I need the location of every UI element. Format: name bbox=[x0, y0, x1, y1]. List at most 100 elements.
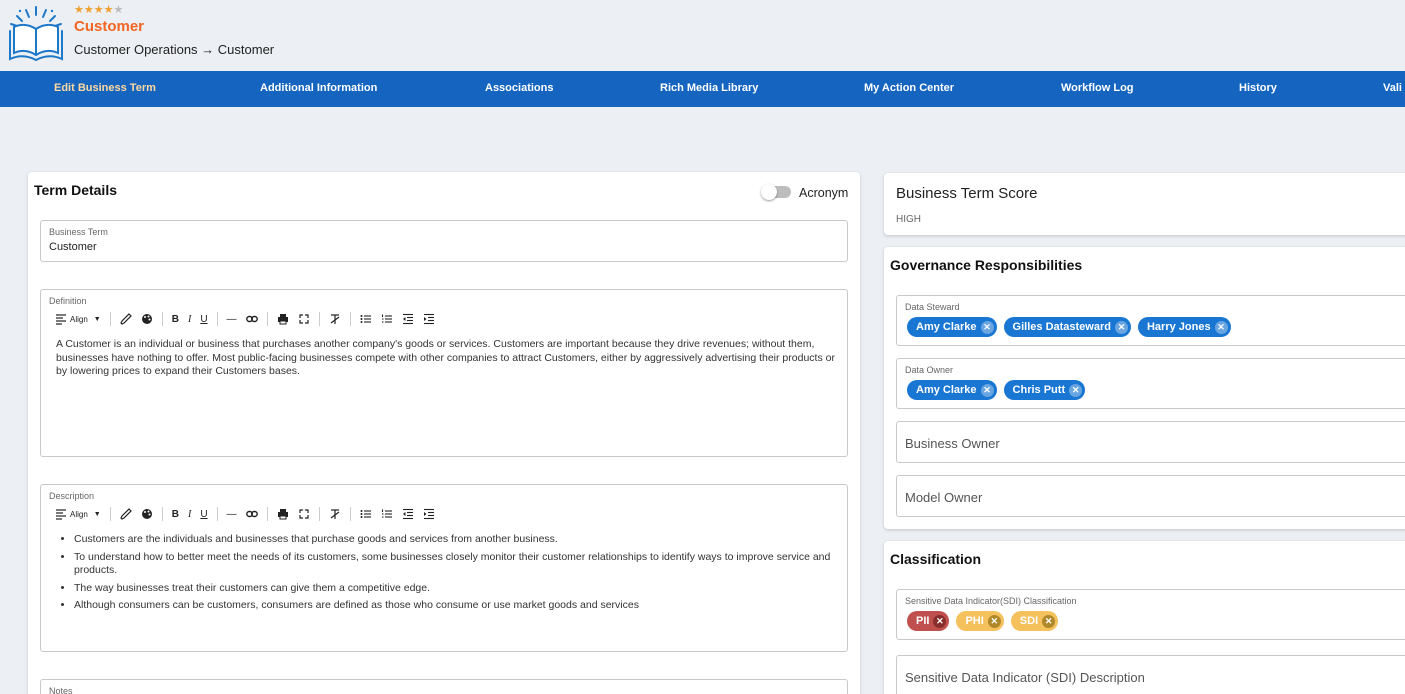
list-item: Although consumers can be customers, con… bbox=[74, 599, 836, 613]
clear-format-button[interactable] bbox=[329, 312, 341, 326]
toolbar-divider bbox=[349, 312, 351, 326]
tab-my-action-center[interactable]: My Action Center bbox=[864, 82, 954, 94]
underline-button[interactable]: U bbox=[200, 507, 207, 521]
chip-label: PII bbox=[916, 615, 930, 627]
star-icon[interactable]: ★ bbox=[104, 4, 114, 16]
person-chip[interactable]: Amy Clarke ✕ bbox=[907, 380, 997, 400]
remove-icon[interactable]: ✕ bbox=[1214, 320, 1228, 334]
link-icon bbox=[245, 510, 258, 518]
governance-card: Governance Responsibilities Data Steward… bbox=[884, 247, 1405, 529]
notes-editor[interactable]: Notes bbox=[40, 679, 848, 694]
data-owner-chips: Amy Clarke ✕ Chris Putt ✕ bbox=[907, 380, 1092, 400]
tab-validation[interactable]: Vali bbox=[1383, 82, 1402, 94]
star-icon[interactable]: ★ bbox=[74, 4, 84, 16]
definition-content[interactable]: A Customer is an individual or business … bbox=[56, 338, 836, 379]
fullscreen-button[interactable] bbox=[298, 312, 310, 326]
remove-icon[interactable]: ✕ bbox=[1114, 320, 1128, 334]
remove-icon[interactable]: ✕ bbox=[980, 383, 994, 397]
toolbar-divider bbox=[266, 507, 268, 521]
description-content[interactable]: Customers are the individuals and busine… bbox=[56, 533, 836, 617]
bold-button[interactable]: B bbox=[172, 507, 179, 521]
indent-button[interactable] bbox=[423, 312, 435, 326]
tab-rich-media-library[interactable]: Rich Media Library bbox=[660, 82, 758, 94]
italic-button[interactable]: I bbox=[188, 312, 191, 326]
sdi-tag-chip[interactable]: PHI ✕ bbox=[956, 611, 1004, 631]
model-owner-placeholder: Model Owner bbox=[905, 490, 983, 505]
align-dropdown[interactable]: Align ▼ bbox=[55, 312, 101, 326]
remove-icon[interactable]: ✕ bbox=[980, 320, 994, 334]
bullet-list-button[interactable] bbox=[360, 507, 372, 521]
star-icon[interactable]: ★ bbox=[94, 4, 104, 16]
star-icon[interactable]: ★ bbox=[114, 4, 124, 16]
numbered-list-button[interactable] bbox=[381, 507, 393, 521]
chip-label: Chris Putt bbox=[1012, 384, 1066, 396]
indent-icon bbox=[423, 508, 434, 520]
print-button[interactable] bbox=[277, 312, 289, 326]
star-icon[interactable]: ★ bbox=[84, 4, 94, 16]
tab-additional-information[interactable]: Additional Information bbox=[260, 82, 377, 94]
palette-button[interactable] bbox=[141, 507, 153, 521]
horizontal-rule-button[interactable]: — bbox=[227, 312, 237, 326]
business-owner-field[interactable]: Business Owner bbox=[896, 421, 1405, 463]
rating-stars[interactable]: ★★★★★ bbox=[74, 3, 123, 16]
data-steward-field[interactable]: Data Steward Amy Clarke ✕ Gilles Datastew… bbox=[896, 295, 1405, 346]
definition-label: Definition bbox=[49, 296, 87, 306]
model-owner-field[interactable]: Model Owner bbox=[896, 475, 1405, 517]
list-item: The way businesses treat their customers… bbox=[74, 582, 836, 596]
fullscreen-button[interactable] bbox=[298, 507, 310, 521]
palette-button[interactable] bbox=[141, 312, 153, 326]
acronym-label: Acronym bbox=[799, 186, 849, 200]
business-term-value[interactable]: Customer bbox=[49, 241, 97, 253]
tab-history[interactable]: History bbox=[1239, 82, 1277, 94]
tab-workflow-log[interactable]: Workflow Log bbox=[1061, 82, 1134, 94]
remove-icon[interactable]: ✕ bbox=[1069, 383, 1083, 397]
description-bullets: Customers are the individuals and busine… bbox=[56, 533, 836, 613]
clear-format-icon bbox=[330, 509, 339, 519]
person-chip[interactable]: Gilles Datasteward ✕ bbox=[1003, 317, 1131, 337]
sdi-description-field[interactable]: Sensitive Data Indicator (SDI) Descripti… bbox=[896, 655, 1405, 694]
term-details-title: Term Details bbox=[34, 182, 117, 198]
acronym-toggle[interactable] bbox=[761, 184, 791, 200]
sdi-classification-field[interactable]: Sensitive Data Indicator(SDI) Classifica… bbox=[896, 589, 1405, 640]
outdent-button[interactable] bbox=[402, 507, 414, 521]
tab-edit-business-term[interactable]: Edit Business Term bbox=[54, 82, 156, 94]
horizontal-rule-button[interactable]: — bbox=[227, 507, 237, 521]
align-dropdown[interactable]: Align ▼ bbox=[55, 507, 101, 521]
align-label: Align bbox=[70, 314, 88, 324]
numbered-list-button[interactable] bbox=[381, 312, 393, 326]
chip-label: Gilles Datasteward bbox=[1012, 321, 1111, 333]
definition-editor: Definition Align ▼ B I U — A Customer is… bbox=[40, 289, 848, 457]
remove-icon[interactable]: ✕ bbox=[987, 614, 1001, 628]
link-button[interactable] bbox=[245, 507, 258, 521]
link-button[interactable] bbox=[245, 312, 258, 326]
underline-button[interactable]: U bbox=[200, 312, 207, 326]
business-term-field[interactable]: Business Term Customer bbox=[40, 220, 848, 262]
chip-label: Amy Clarke bbox=[916, 384, 977, 396]
score-title: Business Term Score bbox=[896, 185, 1038, 202]
eyedropper-button[interactable] bbox=[120, 312, 132, 326]
sdi-tag-chip[interactable]: SDI ✕ bbox=[1010, 611, 1059, 631]
person-chip[interactable]: Amy Clarke ✕ bbox=[907, 317, 997, 337]
sdi-tag-chip[interactable]: PII ✕ bbox=[907, 611, 950, 631]
person-chip[interactable]: Chris Putt ✕ bbox=[1003, 380, 1086, 400]
print-button[interactable] bbox=[277, 507, 289, 521]
score-card: Business Term Score HIGH bbox=[884, 173, 1405, 235]
outdent-button[interactable] bbox=[402, 312, 414, 326]
align-left-icon bbox=[56, 314, 66, 325]
indent-button[interactable] bbox=[423, 507, 435, 521]
person-chip[interactable]: Harry Jones ✕ bbox=[1137, 317, 1231, 337]
sdi-classification-label: Sensitive Data Indicator(SDI) Classifica… bbox=[905, 596, 1077, 606]
remove-icon[interactable]: ✕ bbox=[933, 614, 947, 628]
data-owner-field[interactable]: Data Owner Amy Clarke ✕ Chris Putt ✕ bbox=[896, 358, 1405, 409]
toggle-knob bbox=[761, 184, 777, 200]
eyedropper-button[interactable] bbox=[120, 507, 132, 521]
bold-button[interactable]: B bbox=[172, 312, 179, 326]
toolbar-divider bbox=[318, 312, 320, 326]
align-left-icon bbox=[56, 509, 66, 520]
clear-format-button[interactable] bbox=[329, 507, 341, 521]
tab-associations[interactable]: Associations bbox=[485, 82, 553, 94]
fullscreen-icon bbox=[298, 314, 309, 324]
bullet-list-button[interactable] bbox=[360, 312, 372, 326]
remove-icon[interactable]: ✕ bbox=[1042, 614, 1056, 628]
italic-button[interactable]: I bbox=[188, 507, 191, 521]
